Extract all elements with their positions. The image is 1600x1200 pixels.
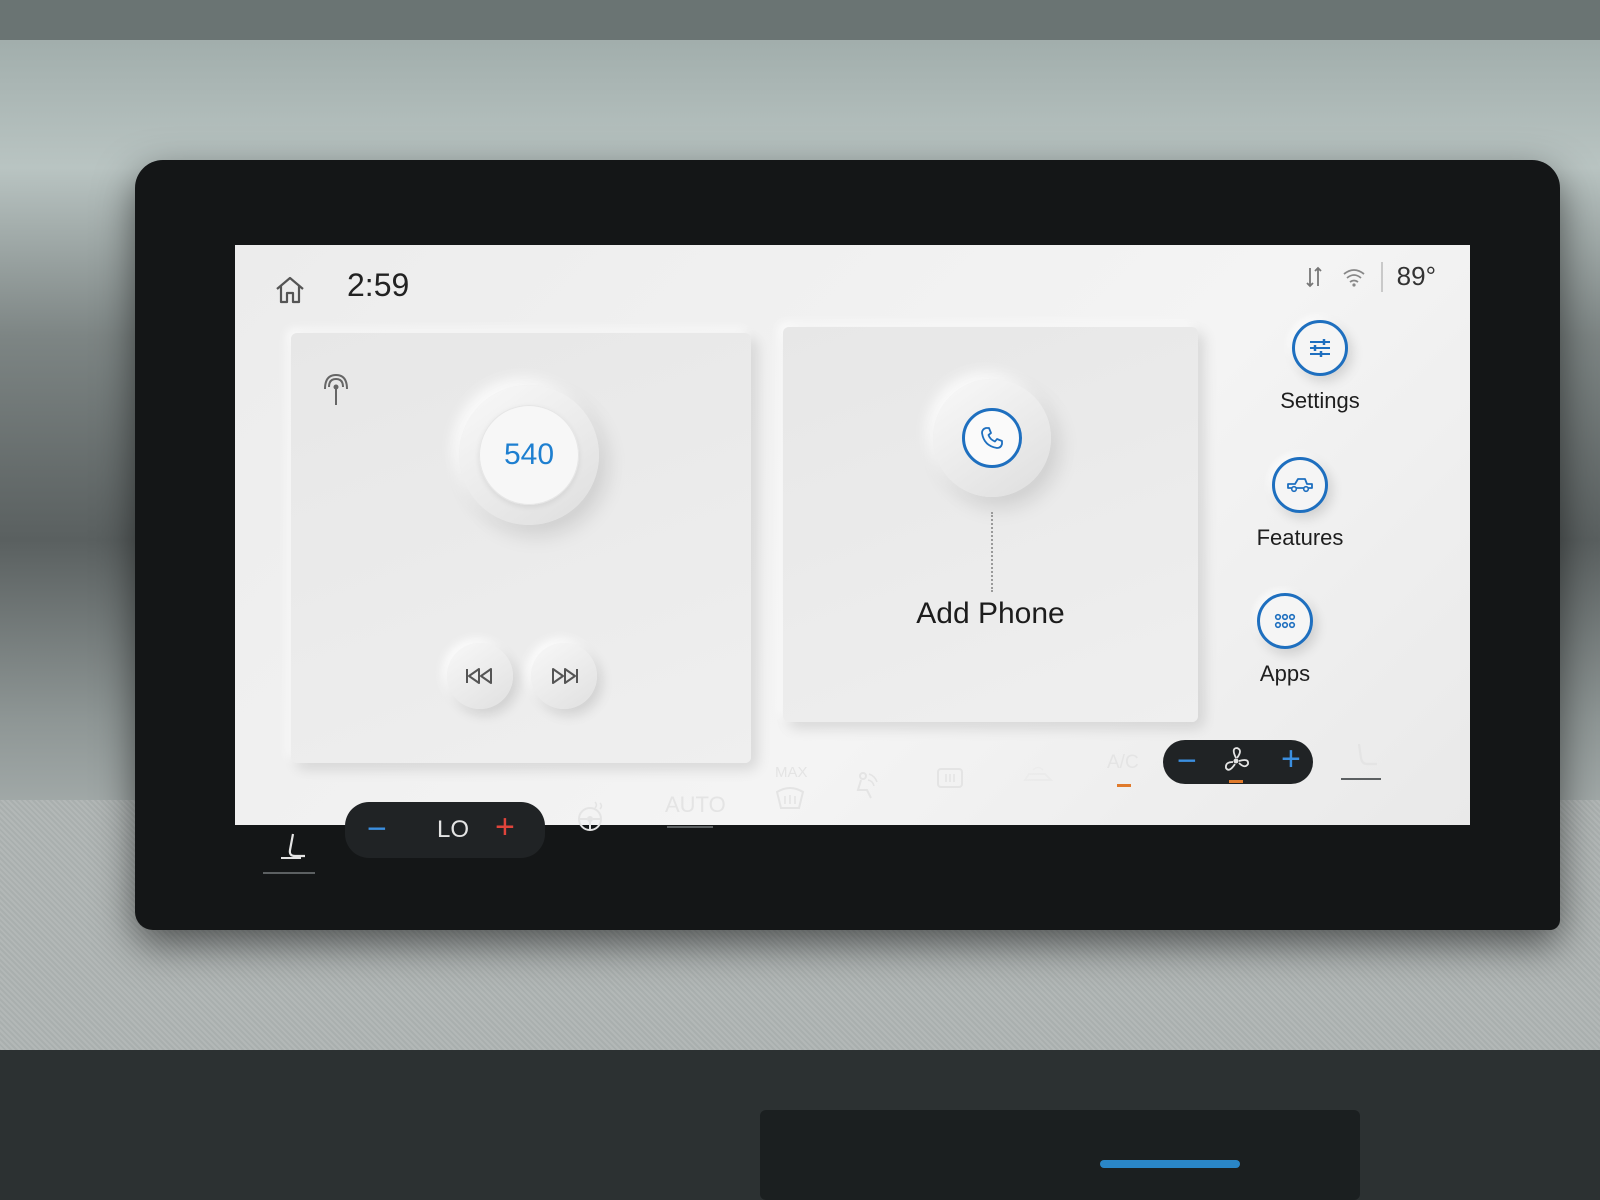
clock: 2:59: [347, 267, 410, 303]
phone-button[interactable]: [933, 379, 1051, 497]
apps-label: Apps: [1259, 661, 1311, 686]
station-display: 540: [479, 405, 579, 505]
grid-dots-icon: [1274, 613, 1296, 629]
max-defrost-icon[interactable]: [773, 782, 807, 816]
heated-steering-wheel-icon[interactable]: [573, 800, 607, 834]
phone-icon: [981, 427, 1003, 449]
features-icon-ring: [1272, 457, 1328, 513]
air-vent: [760, 1110, 1360, 1200]
station-frequency: 540: [503, 438, 555, 471]
fan-indicator: [1229, 780, 1243, 783]
fan-speed-minus[interactable]: −: [1177, 742, 1197, 781]
status-divider: [1380, 261, 1383, 292]
fan-speed-control: − +: [1163, 740, 1313, 784]
apps-button[interactable]: Apps: [1210, 593, 1360, 687]
radio-card[interactable]: 540: [291, 333, 751, 763]
driver-temp-minus[interactable]: −: [367, 810, 387, 849]
fan-icon: [1219, 744, 1253, 778]
infotainment-screen: 2:59 89° 540 Add Phone Settings Features…: [235, 245, 1470, 825]
passenger-seat-heat-icon[interactable]: [1347, 740, 1381, 774]
driver-temp-value: LO: [437, 816, 470, 843]
skip-back-button[interactable]: [447, 643, 513, 709]
skip-forward-icon: [552, 668, 578, 684]
home-icon[interactable]: [273, 273, 307, 307]
sliders-icon: [1310, 339, 1330, 357]
apps-icon-ring: [1257, 593, 1313, 649]
station-button[interactable]: 540: [459, 385, 599, 525]
ac-button[interactable]: A/C: [1107, 752, 1139, 774]
driver-seat-heat-icon[interactable]: [275, 830, 309, 864]
settings-label: Settings: [1280, 388, 1360, 413]
dashboard-top: [0, 0, 1600, 40]
driver-temp-control: − LO +: [345, 802, 545, 858]
truck-icon: [1287, 478, 1313, 493]
settings-icon-ring: [1292, 320, 1348, 376]
recirculation-icon[interactable]: [1021, 760, 1055, 794]
outside-temperature: 89°: [1396, 261, 1436, 291]
features-button[interactable]: Features: [1225, 457, 1375, 551]
auto-climate-button[interactable]: AUTO: [665, 792, 726, 818]
data-arrows-icon: [1301, 264, 1327, 290]
seat-heat-level: [263, 872, 315, 874]
skip-back-icon: [466, 668, 492, 684]
phone-card[interactable]: Add Phone: [783, 327, 1198, 722]
connector-line: [991, 512, 993, 592]
settings-button[interactable]: Settings: [1245, 320, 1395, 414]
passenger-seat-heat-level: [1341, 778, 1381, 780]
fan-speed-plus[interactable]: +: [1281, 740, 1301, 779]
vent-accent: [1100, 1160, 1240, 1168]
phone-icon-ring: [962, 408, 1022, 468]
driver-temp-plus[interactable]: +: [495, 808, 515, 847]
max-defrost-label: MAX: [775, 764, 808, 781]
wifi-icon: [1341, 264, 1367, 290]
radio-antenna-icon: [321, 373, 351, 407]
status-indicators: 89°: [1301, 261, 1436, 292]
features-label: Features: [1256, 525, 1344, 550]
climate-airflow-icon[interactable]: [849, 768, 883, 802]
auto-indicator: [667, 826, 713, 828]
climate-bar: − LO + AUTO MAX A/C − +: [235, 740, 1470, 890]
rear-defrost-icon[interactable]: [933, 762, 967, 796]
ac-indicator: [1117, 784, 1131, 787]
skip-forward-button[interactable]: [531, 643, 597, 709]
add-phone-label[interactable]: Add Phone: [783, 597, 1198, 631]
